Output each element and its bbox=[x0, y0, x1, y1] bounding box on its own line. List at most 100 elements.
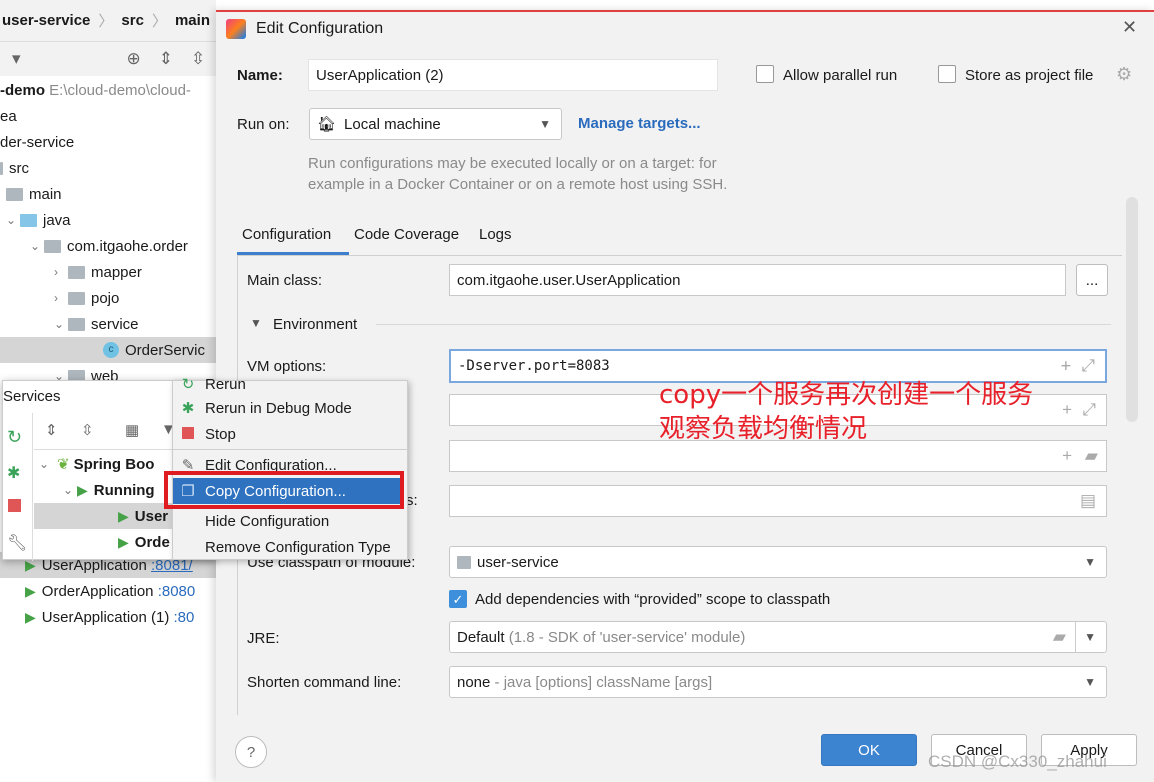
tree-item[interactable]: ⌄ service bbox=[0, 311, 216, 337]
spring-boot-icon: ❦ bbox=[57, 456, 70, 473]
folder-icon: ▰ bbox=[1052, 627, 1066, 646]
provided-scope-label: Add dependencies with “provided” scope t… bbox=[475, 591, 831, 608]
run-icon: ▶ bbox=[118, 533, 129, 550]
collapse-triangle-icon[interactable]: ▼ bbox=[250, 316, 262, 330]
run-icon: ▶ bbox=[25, 582, 36, 599]
run-icon: ▶ bbox=[25, 608, 36, 625]
store-project-label: Store as project file bbox=[965, 67, 1094, 84]
annotation: copy一个服务再次创建一个服务 观察负载均衡情况 bbox=[659, 378, 1033, 446]
menu-item-rerun-debug[interactable]: ✱ Rerun in Debug Mode bbox=[173, 395, 409, 421]
rerun-icon[interactable]: ↻ bbox=[7, 427, 22, 448]
services-tree-item[interactable]: ⌄ ▶ Running bbox=[63, 477, 179, 503]
close-icon[interactable]: ✕ bbox=[1122, 17, 1137, 38]
allow-parallel-checkbox[interactable] bbox=[756, 65, 774, 83]
module-icon bbox=[457, 555, 471, 569]
shorten-label: Shorten command line: bbox=[247, 674, 402, 691]
provided-scope-checkbox[interactable]: ✓ bbox=[449, 590, 467, 608]
environment-section: Environment bbox=[273, 316, 358, 333]
jre-label: JRE: bbox=[247, 630, 280, 647]
services-tree-item[interactable]: ▶ Orde bbox=[34, 529, 179, 555]
folder-icon bbox=[0, 161, 3, 175]
tab-configuration[interactable]: Configuration bbox=[242, 226, 331, 243]
highlight-box bbox=[164, 471, 404, 509]
tree-item[interactable]: › mapper bbox=[0, 259, 216, 285]
main-class-input[interactable]: com.itgaohe.user.UserApplication bbox=[449, 264, 1066, 296]
locate-icon[interactable]: ⊕ bbox=[127, 49, 141, 69]
chevron-down-icon: ▼ bbox=[1084, 555, 1096, 569]
tree-item[interactable]: ea bbox=[0, 103, 216, 129]
services-tree-item[interactable]: ⌄ ❦ Spring Boo bbox=[39, 451, 179, 477]
dialog-title: Edit Configuration bbox=[256, 20, 384, 37]
run-icon: ▶ bbox=[77, 481, 88, 498]
tree-item[interactable]: der-service bbox=[0, 129, 216, 155]
tree-item[interactable]: -demo E:\cloud-demo\cloud- bbox=[0, 77, 216, 103]
app-item[interactable]: ▶ OrderApplication :8080 bbox=[0, 578, 216, 604]
folder-icon bbox=[6, 187, 23, 201]
watermark: CSDN @Cx330_zhahui bbox=[928, 752, 1107, 771]
run-on-label: Run on: bbox=[237, 116, 290, 133]
expand-all-icon[interactable]: ⇕ bbox=[45, 421, 58, 439]
tree-item[interactable]: main bbox=[0, 181, 216, 207]
tree-item[interactable]: ⌄ java bbox=[0, 207, 216, 233]
services-title: Services bbox=[3, 388, 61, 405]
menu-item-hide-configuration[interactable]: Hide Configuration bbox=[173, 508, 409, 534]
jre-select[interactable]: Default (1.8 - SDK of 'user-service' mod… bbox=[449, 621, 1107, 653]
project-toolbar: ▾ ⊕ ⇕ ⇳ bbox=[0, 42, 216, 76]
breadcrumb: user-service 〉 src 〉 main bbox=[0, 0, 216, 42]
breadcrumb-item[interactable]: user-service bbox=[2, 12, 90, 29]
tab-code-coverage[interactable]: Code Coverage bbox=[354, 226, 459, 243]
intellij-logo-icon bbox=[226, 19, 246, 39]
home-icon: 🏠︎ bbox=[317, 116, 337, 133]
browse-button[interactable]: ... bbox=[1076, 264, 1108, 296]
classpath-select[interactable]: user-service ▼ bbox=[449, 546, 1107, 578]
expand-all-icon[interactable]: ⇕ bbox=[159, 49, 173, 69]
allow-parallel-label: Allow parallel run bbox=[783, 67, 898, 84]
plus-icon: + bbox=[1062, 400, 1072, 419]
main-class-label: Main class: bbox=[247, 272, 323, 289]
context-menu: ↻ Rerun ✱ Rerun in Debug Mode Stop ✎ Edit C… bbox=[172, 376, 409, 560]
breadcrumb-item[interactable]: src bbox=[121, 12, 144, 29]
shorten-select[interactable]: none - java [options] className [args] ▼ bbox=[449, 666, 1107, 698]
chevron-down-icon: ▼ bbox=[1084, 675, 1096, 689]
stop-icon bbox=[180, 426, 196, 443]
wrench-icon[interactable]: 🔧︎ bbox=[7, 533, 27, 553]
menu-item-stop[interactable]: Stop bbox=[173, 421, 409, 447]
gear-icon[interactable]: ⚙ bbox=[1116, 64, 1132, 85]
env-variables-input[interactable]: ▤ bbox=[449, 485, 1107, 517]
run-hint: example in a Docker Container or on a re… bbox=[308, 176, 728, 193]
run-on-select[interactable]: 🏠︎ Local machine ▼ bbox=[309, 108, 562, 140]
name-input[interactable]: UserApplication (2) bbox=[308, 59, 718, 91]
store-project-checkbox[interactable] bbox=[938, 65, 956, 83]
menu-item-rerun[interactable]: ↻ Rerun bbox=[173, 371, 409, 397]
package-icon bbox=[68, 317, 85, 331]
manage-targets-link[interactable]: Manage targets... bbox=[578, 115, 701, 132]
tab-logs[interactable]: Logs bbox=[479, 226, 512, 243]
expand-icon: ⤢ bbox=[1081, 356, 1095, 376]
tree-item[interactable]: c OrderServic bbox=[0, 337, 216, 363]
package-icon bbox=[68, 291, 85, 305]
debug-icon: ✱ bbox=[181, 400, 195, 417]
annotation-line: copy一个服务再次创建一个服务 bbox=[659, 380, 1034, 410]
breadcrumb-item[interactable]: main bbox=[175, 12, 210, 29]
dropdown-icon[interactable]: ▾ bbox=[12, 49, 21, 69]
chevron-down-icon: ▼ bbox=[539, 117, 551, 131]
collapse-all-icon[interactable]: ⇳ bbox=[191, 49, 205, 69]
plus-icon: + bbox=[1060, 356, 1071, 376]
debug-icon[interactable]: ✱ bbox=[7, 463, 20, 483]
services-tree-item[interactable]: ▶ User bbox=[34, 503, 179, 529]
stop-icon[interactable] bbox=[8, 499, 21, 512]
tree-item[interactable]: › pojo bbox=[0, 285, 216, 311]
ok-button[interactable]: OK bbox=[821, 734, 917, 766]
group-icon[interactable]: ▦ bbox=[125, 421, 139, 439]
run-hint: Run configurations may be executed local… bbox=[308, 155, 717, 172]
menu-item-remove-configuration-type[interactable]: Remove Configuration Type bbox=[173, 534, 409, 560]
tree-item[interactable]: src bbox=[0, 155, 216, 181]
tree-item[interactable]: ⌄ com.itgaohe.order bbox=[0, 233, 216, 259]
collapse-all-icon[interactable]: ⇳ bbox=[81, 421, 94, 439]
app-item[interactable]: ▶ UserApplication (1) :80 bbox=[0, 604, 216, 630]
folder-icon bbox=[20, 213, 37, 227]
scrollbar[interactable] bbox=[1126, 197, 1138, 422]
annotation-line: 观察负载均衡情况 bbox=[659, 414, 868, 444]
help-button[interactable]: ? bbox=[235, 736, 267, 768]
run-icon: ▶ bbox=[118, 507, 129, 524]
